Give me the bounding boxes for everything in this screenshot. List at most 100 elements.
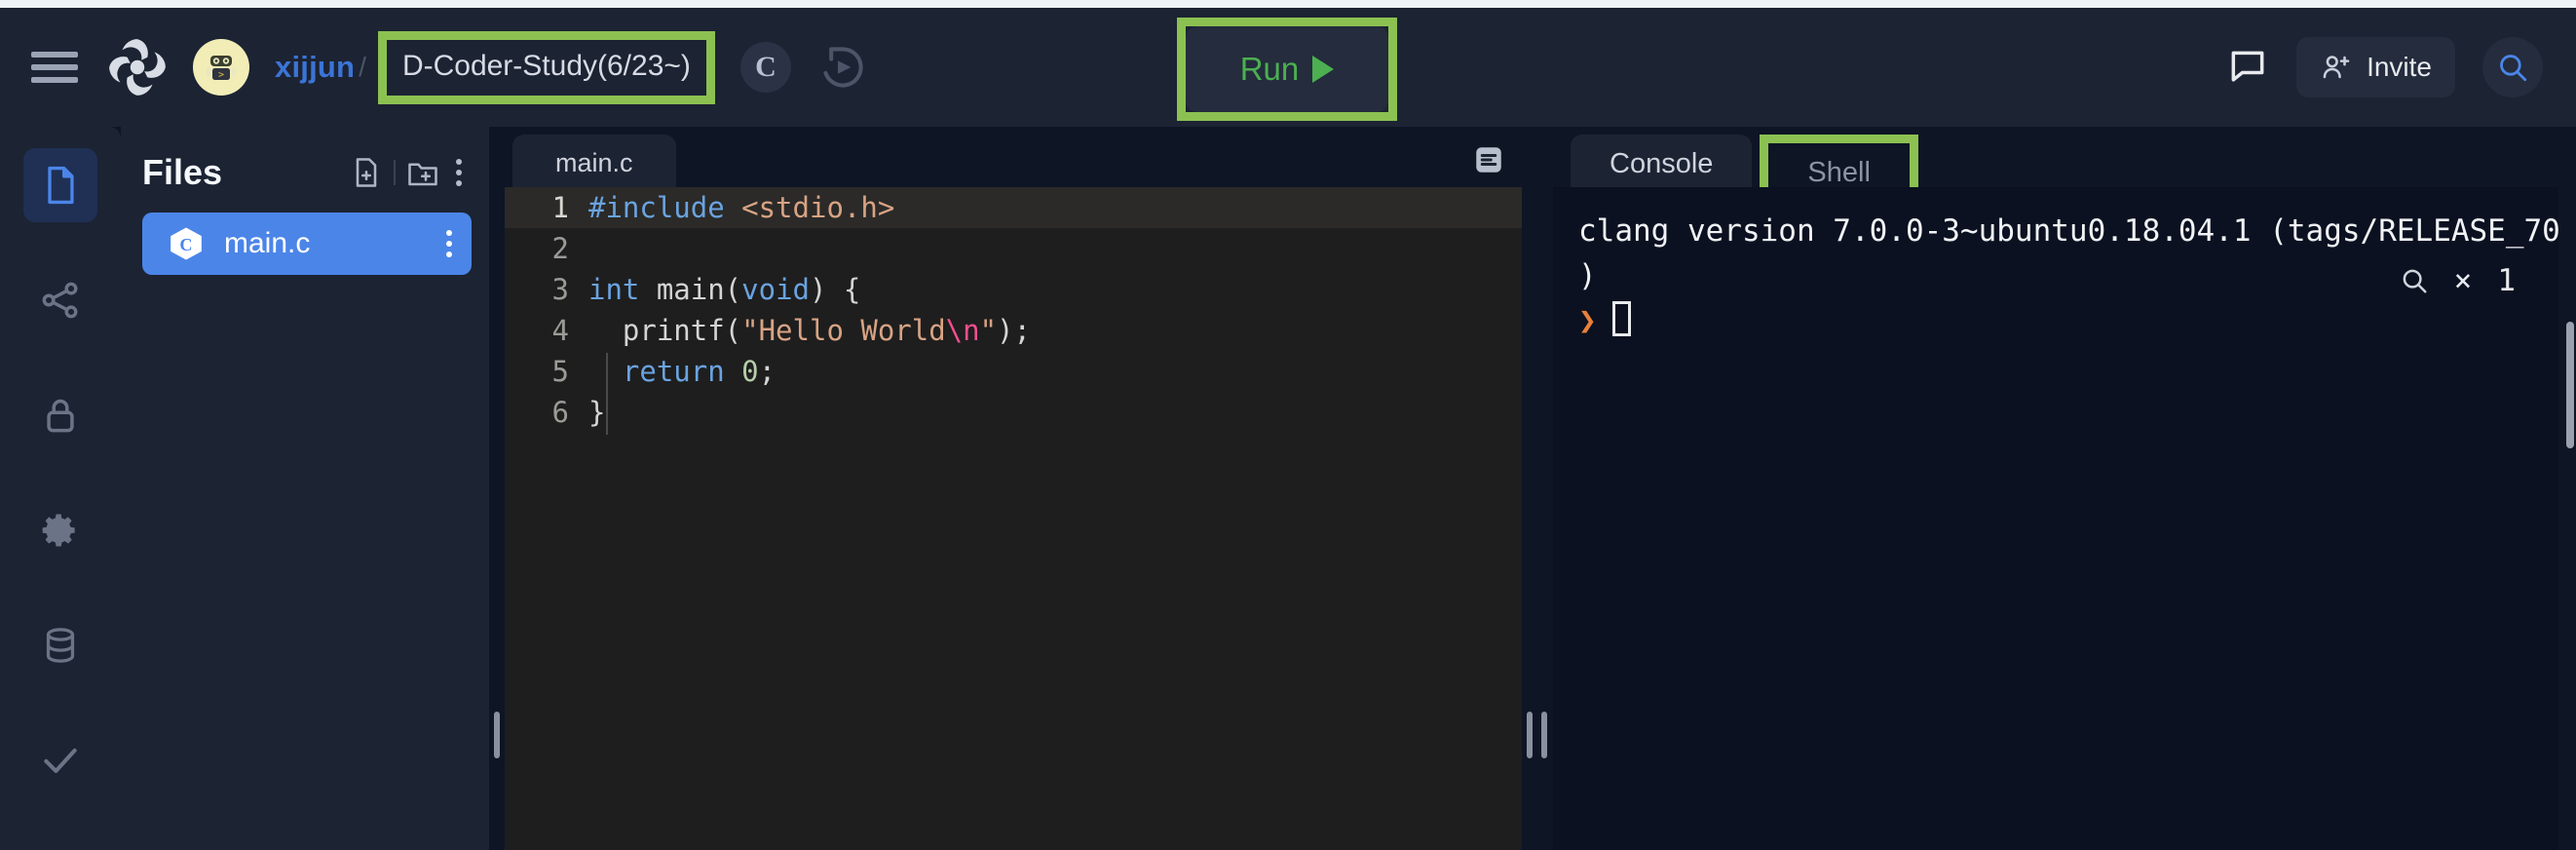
sidebar-item-database[interactable]: [23, 608, 97, 682]
console-shell-panel: Console Shell clang version 7.0.0-3~ubun…: [1537, 127, 2576, 850]
terminal-scrollbar[interactable]: [2566, 322, 2574, 448]
search-icon: [2500, 55, 2527, 82]
line-number: 3: [551, 273, 569, 306]
play-triangle-icon: [1312, 56, 1335, 83]
invite-button[interactable]: Invite: [2296, 37, 2455, 97]
new-folder-icon[interactable]: [405, 155, 440, 190]
code-token: "Hello World: [741, 314, 946, 347]
replit-logo-icon[interactable]: [105, 35, 170, 99]
code-text: printf("Hello World\n");: [588, 314, 1031, 347]
editor-console-divider[interactable]: [1522, 127, 1537, 850]
tab-console[interactable]: Console: [1571, 135, 1753, 192]
terminal-count-label: 1: [2497, 263, 2516, 298]
sidebar-item-version-control[interactable]: [23, 263, 97, 337]
code-line: 5 return 0;: [505, 351, 1522, 392]
code-token: return: [622, 355, 742, 388]
code-line: 6}: [505, 392, 1522, 433]
list-item-label: main.c: [224, 227, 311, 259]
history-replay-icon[interactable]: [816, 41, 869, 94]
list-item[interactable]: C main.c: [142, 212, 472, 275]
code-token: \n: [945, 314, 980, 347]
breadcrumb-separator: /: [359, 52, 366, 82]
main-workspace: Files C main.c main.c 1 #include <stdio.…: [0, 127, 2576, 850]
code-text: int main(void) {: [588, 273, 860, 306]
username-link[interactable]: xijjun: [275, 50, 355, 85]
chat-bubble-icon[interactable]: [2226, 46, 2269, 89]
resize-handle[interactable]: [494, 712, 500, 758]
terminal-search-tools: × 1: [2400, 263, 2516, 298]
terminal-line-1: clang version 7.0.0-3~ubuntu0.18.04.1 (t…: [1578, 213, 2558, 249]
code-token: <stdio.h>: [741, 191, 895, 224]
console-resize-handle[interactable]: [1541, 712, 1547, 758]
svg-text:C: C: [179, 235, 192, 254]
new-file-icon[interactable]: [349, 155, 384, 190]
line-number: 2: [551, 232, 569, 265]
project-name-chip[interactable]: D-Coder-Study(6/23~): [386, 39, 706, 96]
indent-guide: [606, 353, 608, 435]
page-title: Files: [142, 152, 223, 192]
terminal-output[interactable]: clang version 7.0.0-3~ubuntu0.18.04.1 (t…: [1553, 187, 2558, 850]
run-button-highlight-box: Run: [1177, 18, 1397, 121]
code-token: 0: [741, 355, 759, 388]
code-text: #include <stdio.h>: [588, 191, 894, 224]
search-icon[interactable]: [2400, 266, 2429, 295]
browser-top-strip: [0, 0, 2576, 8]
run-button[interactable]: Run: [1186, 26, 1388, 112]
c-language-badge-icon: C: [739, 42, 791, 93]
sidebar-item-settings[interactable]: [23, 493, 97, 567]
code-editor-panel: main.c 1 #include <stdio.h> 2 3 int main(voi…: [505, 127, 1522, 850]
code-token: void: [741, 273, 810, 306]
c-language-icon: C: [170, 227, 202, 260]
line-number: 5: [551, 355, 569, 388]
files-more-icon[interactable]: [450, 159, 468, 186]
header-right-actions: Invite: [2226, 8, 2543, 127]
code-token: #include: [588, 191, 742, 224]
code-token: ;: [758, 355, 777, 388]
terminal-cursor: [1611, 301, 1631, 336]
robot-avatar-icon[interactable]: >: [193, 39, 249, 96]
hamburger-menu-icon[interactable]: [29, 46, 80, 89]
code-token: main(: [656, 273, 742, 306]
database-icon: [46, 628, 75, 663]
code-line: 2: [505, 228, 1522, 269]
person-add-icon: [2323, 56, 2350, 79]
editor-code-area[interactable]: 1 #include <stdio.h> 2 3 int main(void) { 4 p…: [505, 187, 1522, 850]
share-network-icon: [42, 282, 78, 319]
code-text: }: [588, 396, 605, 429]
code-line: 1 #include <stdio.h>: [505, 187, 1522, 228]
sidebar-item-secrets[interactable]: [23, 378, 97, 452]
replit-ide-window: > xijjun / D-Coder-Study(6/23~) C Run In…: [0, 0, 2576, 850]
resize-handle[interactable]: [1527, 712, 1533, 758]
code-line: 4 printf("Hello World\n");: [505, 310, 1522, 351]
close-icon[interactable]: ×: [2454, 263, 2473, 298]
files-editor-divider[interactable]: [489, 127, 505, 850]
code-token: }: [588, 396, 606, 429]
format-document-icon[interactable]: [1471, 142, 1506, 177]
editor-toolbar: [1471, 142, 1506, 182]
code-token: int: [588, 273, 657, 306]
sidebar-item-files[interactable]: [23, 148, 97, 222]
console-tabbar: Console Shell: [1537, 127, 2576, 210]
file-more-icon[interactable]: [440, 230, 458, 257]
files-panel-header: Files: [121, 127, 489, 193]
code-token: printf(: [588, 314, 742, 347]
top-header-bar: > xijjun / D-Coder-Study(6/23~) C Run In…: [0, 8, 2576, 127]
line-number: 6: [551, 396, 569, 429]
toolbar-divider: [394, 160, 396, 185]
invite-button-label: Invite: [2367, 52, 2432, 82]
line-number: 1: [551, 191, 569, 224]
line-number: 4: [551, 314, 569, 347]
run-button-label: Run: [1239, 51, 1300, 87]
code-lines: 1 #include <stdio.h> 2 3 int main(void) { 4 p…: [505, 187, 1522, 433]
code-text: return 0;: [588, 355, 776, 388]
file-icon: [48, 166, 74, 205]
prompt-chevron-icon: ❯: [1578, 303, 1597, 338]
code-token: ": [979, 314, 998, 347]
editor-tabbar: main.c: [505, 127, 1522, 190]
sidebar-item-checks[interactable]: [23, 723, 97, 797]
tab-main-c[interactable]: main.c: [512, 135, 676, 190]
code-token: );: [997, 314, 1031, 347]
files-panel: Files C main.c: [121, 127, 489, 850]
lock-icon: [47, 399, 74, 433]
search-button[interactable]: [2482, 37, 2543, 97]
